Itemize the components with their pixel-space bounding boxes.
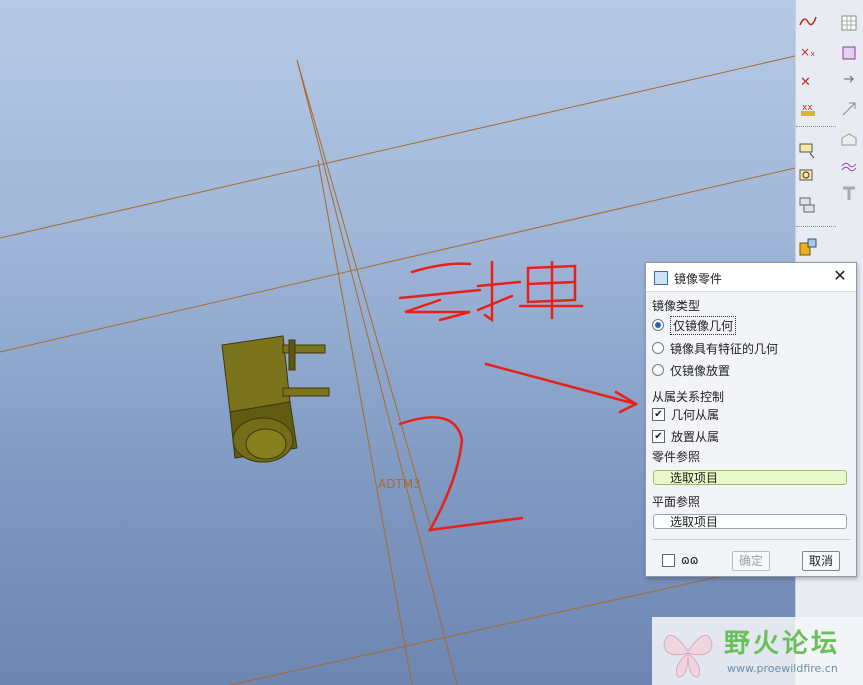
plane-icon[interactable] [797, 194, 819, 216]
glasses-icon: ɷɷ [681, 553, 699, 567]
preview-checkbox [662, 553, 675, 567]
ok-button[interactable]: 确定 [732, 551, 770, 571]
watermark: 野火论坛 www.proewildfire.cn [652, 617, 863, 685]
datum-point-icon[interactable]: ×ₓ [797, 40, 819, 62]
offset-icon[interactable] [838, 98, 860, 120]
radio-indicator [652, 319, 664, 331]
feature-icon[interactable] [797, 236, 819, 258]
preview-toggle[interactable]: ɷɷ [662, 551, 698, 569]
dialog-title: 镜像零件 [674, 272, 723, 286]
radio-indicator [652, 342, 664, 354]
checkbox-indicator: ✔ [652, 429, 665, 443]
checkbox-placement-dependent[interactable]: ✔ 放置从属 [652, 427, 719, 445]
radio-geometry-only[interactable]: 仅镜像几何 [652, 315, 737, 335]
radio-label: 仅镜像几何 [670, 315, 737, 335]
radio-geometry-with-features[interactable]: 镜像具有特征的几何 [652, 339, 778, 357]
svg-text:×ₓ: ×ₓ [800, 45, 815, 59]
divider [652, 539, 850, 540]
part-ref-collector[interactable]: 选取项目 [653, 470, 847, 485]
datum-point-offset-icon[interactable]: ✕ [797, 70, 819, 92]
cancel-button[interactable]: 取消 [802, 551, 840, 571]
watermark-url: www.proewildfire.cn [727, 662, 838, 675]
rect-select-icon[interactable] [838, 42, 860, 64]
radio-placement-only[interactable]: 仅镜像放置 [652, 361, 730, 379]
checkbox-label: 放置从属 [671, 429, 720, 444]
checkbox-geometry-dependent[interactable]: ✔ 几何从属 [652, 405, 719, 423]
csys-icon[interactable] [797, 140, 819, 162]
axis-icon[interactable] [797, 166, 819, 188]
part-model [221, 335, 330, 463]
svg-text:xx: xx [802, 103, 813, 113]
grid-icon[interactable] [838, 12, 860, 34]
mirror-part-dialog: 镜像零件 ✕ 镜像类型 仅镜像几何 镜像具有特征的几何 仅镜像放置 从属关系控制… [645, 262, 857, 577]
dialog-app-icon [654, 271, 668, 285]
shell-icon[interactable] [838, 128, 860, 150]
checkbox-label: 几何从属 [671, 407, 720, 422]
annotation-strokes [398, 260, 638, 532]
checkbox-indicator: ✔ [652, 407, 665, 421]
radio-label: 镜像具有特征的几何 [670, 341, 779, 356]
dependency-label: 从属关系控制 [652, 390, 725, 404]
arrow-icon[interactable] [838, 68, 860, 90]
datum-plane-edge [0, 55, 795, 239]
surface-icon[interactable] [838, 154, 860, 176]
part-ref-label: 零件参照 [652, 450, 701, 464]
close-icon[interactable]: ✕ [832, 268, 848, 284]
radio-label: 仅镜像放置 [670, 363, 731, 378]
wave-curve-icon[interactable] [797, 10, 819, 32]
trim-icon[interactable] [838, 182, 860, 204]
datum-axis [296, 59, 458, 685]
plane-ref-collector[interactable]: 选取项目 [653, 514, 847, 529]
plane-ref-label: 平面参照 [652, 495, 701, 509]
datum-axis [317, 159, 413, 685]
watermark-name: 野火论坛 [724, 629, 841, 659]
datum-label: ADTM3 [378, 477, 421, 491]
butterfly-logo-icon [663, 635, 713, 678]
datum-point-field-icon[interactable]: xx [797, 98, 819, 120]
svg-text:✕: ✕ [800, 75, 811, 90]
dialog-titlebar[interactable]: 镜像零件 ✕ [646, 263, 856, 292]
mirror-type-label: 镜像类型 [652, 299, 701, 313]
radio-indicator [652, 364, 664, 376]
